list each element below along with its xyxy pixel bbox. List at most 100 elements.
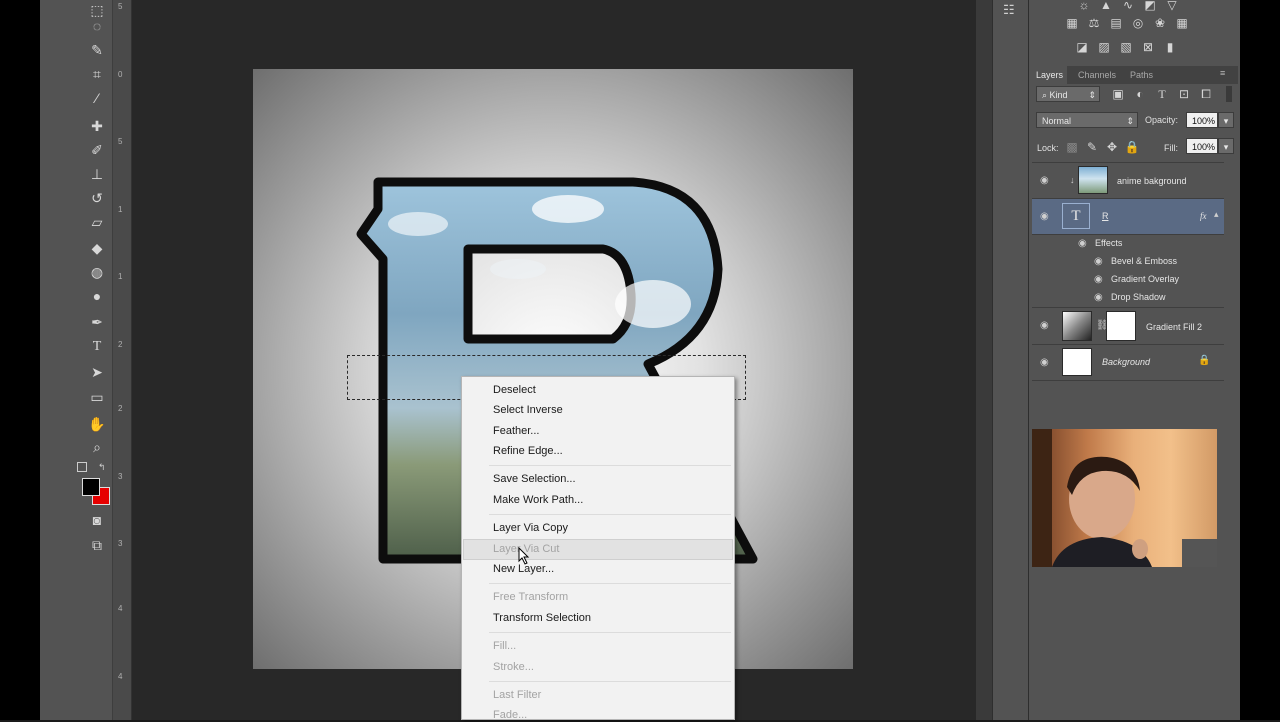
dodge-tool-icon[interactable]: ●: [84, 286, 110, 306]
hand-tool-icon[interactable]: ✋: [84, 414, 110, 434]
ruler-label: 2: [118, 404, 123, 413]
menu-item-transform-selection[interactable]: Transform Selection: [493, 611, 591, 625]
fx-icon[interactable]: fx: [1200, 211, 1207, 221]
filter-toggle[interactable]: [1226, 86, 1232, 102]
default-colors-icon[interactable]: [77, 462, 87, 472]
levels-icon[interactable]: ▲: [1098, 0, 1114, 12]
visibility-eye-icon[interactable]: ◉: [1040, 176, 1052, 186]
menu-item-refine-edge[interactable]: Refine Edge...: [493, 444, 563, 458]
paint-bucket-tool-icon[interactable]: ◆: [84, 238, 110, 258]
hue-saturation-icon[interactable]: ▦: [1064, 16, 1080, 30]
lock-pixels-icon[interactable]: ✎: [1084, 140, 1100, 154]
screen-mode-icon[interactable]: ⧉: [84, 535, 110, 555]
layer-row-background[interactable]: ◉ Background 🔒: [1032, 345, 1224, 381]
layer-name[interactable]: anime bakground: [1117, 176, 1187, 186]
filter-pixel-icon[interactable]: ▣: [1110, 87, 1126, 101]
history-panel-icon[interactable]: ☷: [1003, 2, 1015, 18]
opacity-input[interactable]: 100%: [1186, 112, 1218, 128]
rectangle-tool-icon[interactable]: ▭: [84, 387, 110, 407]
layer-name[interactable]: Background: [1102, 357, 1150, 367]
lock-position-icon[interactable]: ✥: [1104, 140, 1120, 154]
visibility-eye-icon[interactable]: ◉: [1040, 212, 1052, 222]
screen-border-right: [1240, 0, 1280, 720]
menu-item-feather[interactable]: Feather...: [493, 424, 539, 438]
collapse-effects-icon[interactable]: ▴: [1214, 209, 1219, 220]
layer-name[interactable]: Gradient Fill 2: [1146, 322, 1202, 332]
layer-name[interactable]: R: [1102, 211, 1109, 221]
eyedropper-tool-icon[interactable]: ⁄: [84, 88, 110, 108]
clone-stamp-tool-icon[interactable]: ⊥: [84, 164, 110, 184]
chevron-down-icon: ⇕: [1088, 90, 1096, 100]
color-lookup-icon[interactable]: ▦: [1174, 16, 1190, 30]
history-brush-tool-icon[interactable]: ↺: [84, 188, 110, 208]
menu-item-save-selection[interactable]: Save Selection...: [493, 472, 576, 486]
menu-item-deselect[interactable]: Deselect: [493, 383, 536, 397]
menu-item-stroke[interactable]: Stroke...: [493, 660, 534, 674]
opacity-dropdown[interactable]: ▾: [1218, 112, 1234, 128]
photo-filter-icon[interactable]: ◎: [1130, 16, 1146, 30]
effect-gradient-overlay[interactable]: Gradient Overlay: [1111, 274, 1179, 284]
effect-drop-shadow[interactable]: Drop Shadow: [1111, 292, 1166, 302]
channel-mixer-icon[interactable]: ❀: [1152, 16, 1168, 30]
blur-tool-icon[interactable]: ◍: [84, 262, 110, 282]
blend-mode-select[interactable]: Normal ⇕: [1036, 112, 1138, 128]
filter-shape-icon[interactable]: ⊡: [1176, 87, 1192, 101]
lock-transparent-icon[interactable]: ▩: [1064, 140, 1080, 154]
layer-row-anime-background[interactable]: ◉ ↓ anime bakground: [1032, 163, 1224, 199]
exposure-icon[interactable]: ◩: [1142, 0, 1158, 12]
posterize-icon[interactable]: ▨: [1096, 40, 1112, 54]
effect-bevel-emboss[interactable]: Bevel & Emboss: [1111, 256, 1177, 266]
layer-row-gradient-fill[interactable]: ◉ ⛓ Gradient Fill 2: [1032, 307, 1224, 345]
menu-item-select-inverse[interactable]: Select Inverse: [493, 403, 563, 417]
threshold-icon[interactable]: ▧: [1118, 40, 1134, 54]
swap-colors-icon[interactable]: ↰: [98, 462, 106, 473]
tab-paths[interactable]: Paths: [1130, 66, 1153, 84]
pen-tool-icon[interactable]: ✒: [84, 312, 110, 332]
menu-item-fill[interactable]: Fill...: [493, 639, 516, 653]
filter-adjustment-icon[interactable]: ◐: [1132, 87, 1148, 101]
healing-brush-tool-icon[interactable]: ✚: [84, 116, 110, 136]
type-tool-icon[interactable]: T: [84, 337, 110, 357]
black-white-icon[interactable]: ▤: [1108, 16, 1124, 30]
quick-mask-icon[interactable]: ◙: [84, 510, 110, 530]
fill-input[interactable]: 100%: [1186, 138, 1218, 154]
zoom-tool-icon[interactable]: ⌕: [84, 437, 110, 457]
lasso-tool-icon[interactable]: ◌: [84, 16, 110, 36]
color-balance-icon[interactable]: ⚖: [1086, 16, 1102, 30]
visibility-eye-icon[interactable]: ◉: [1094, 275, 1106, 285]
chevron-down-icon: ▾: [1223, 116, 1229, 126]
filter-smart-object-icon[interactable]: ⧠: [1198, 87, 1214, 101]
visibility-eye-icon[interactable]: ◉: [1094, 257, 1106, 267]
tab-channels[interactable]: Channels: [1078, 66, 1116, 84]
menu-item-last-filter[interactable]: Last Filter: [493, 688, 541, 702]
panel-menu-icon[interactable]: ≡: [1220, 68, 1225, 78]
gradient-thumbnail: [1062, 311, 1092, 341]
invert-icon[interactable]: ◪: [1074, 40, 1090, 54]
layer-row-text-r[interactable]: ◉ T R fx ▴: [1032, 199, 1224, 235]
quick-selection-tool-icon[interactable]: ✎: [84, 40, 110, 60]
curves-icon[interactable]: ∿: [1120, 0, 1136, 12]
layer-filter-kind[interactable]: ⌕ Kind ⇕: [1036, 86, 1100, 102]
visibility-eye-icon[interactable]: ◉: [1094, 293, 1106, 303]
menu-separator: [489, 632, 731, 633]
gradient-map-icon[interactable]: ▮: [1162, 40, 1178, 54]
visibility-eye-icon[interactable]: ◉: [1040, 321, 1052, 331]
lock-all-icon[interactable]: 🔒: [1124, 140, 1140, 154]
brightness-icon[interactable]: ☼: [1076, 0, 1092, 12]
tab-layers[interactable]: Layers: [1032, 66, 1068, 84]
menu-item-layer-via-copy[interactable]: Layer Via Copy: [493, 521, 568, 535]
menu-item-make-work-path[interactable]: Make Work Path...: [493, 493, 583, 507]
visibility-eye-icon[interactable]: ◉: [1040, 358, 1052, 368]
foreground-color-swatch[interactable]: [82, 478, 100, 496]
menu-item-free-transform[interactable]: Free Transform: [493, 590, 568, 604]
webcam-overlay: [1032, 429, 1217, 567]
filter-type-icon[interactable]: T: [1154, 87, 1170, 101]
brush-tool-icon[interactable]: ✐: [84, 140, 110, 160]
selective-color-icon[interactable]: ⊠: [1140, 40, 1156, 54]
vibrance-icon[interactable]: ▽: [1164, 0, 1180, 12]
eraser-tool-icon[interactable]: ▱: [84, 212, 110, 232]
path-selection-tool-icon[interactable]: ➤: [84, 362, 110, 382]
crop-tool-icon[interactable]: ⌗: [84, 64, 110, 84]
visibility-eye-icon[interactable]: ◉: [1078, 239, 1090, 249]
fill-dropdown[interactable]: ▾: [1218, 138, 1234, 154]
